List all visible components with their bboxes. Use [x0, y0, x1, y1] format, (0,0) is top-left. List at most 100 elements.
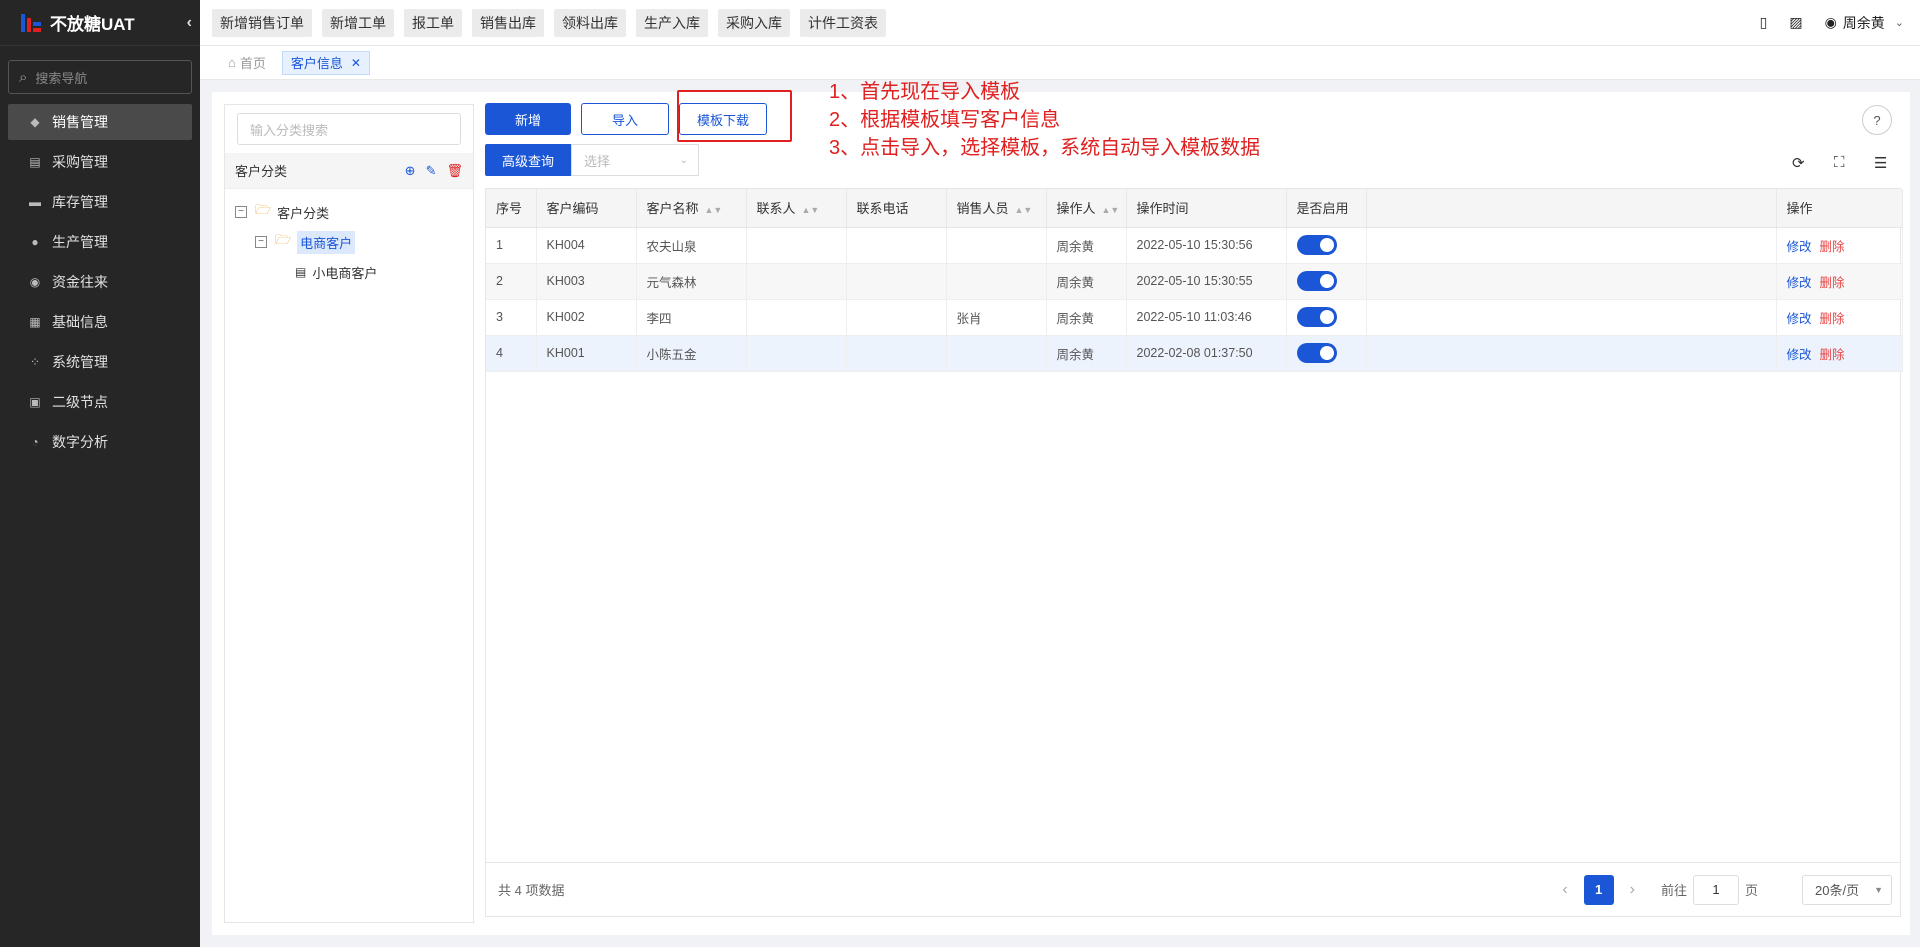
- col-enabled: 是否启用: [1286, 189, 1367, 228]
- tree-node-small-ecommerce[interactable]: ▤ 小电商客户: [225, 257, 473, 287]
- import-button[interactable]: 导入: [581, 103, 669, 135]
- sort-icon[interactable]: ▲▼: [1102, 205, 1120, 215]
- sidebar-item-funds[interactable]: ◉ 资金往来: [8, 264, 192, 300]
- delete-link[interactable]: 删除: [1820, 240, 1845, 254]
- sidebar-item-analytics[interactable]: ◔ 数字分析: [8, 424, 192, 460]
- edit-link[interactable]: 修改: [1787, 276, 1812, 290]
- edit-link[interactable]: 修改: [1787, 348, 1812, 362]
- sort-icon[interactable]: ▲▼: [802, 205, 820, 215]
- collapse-icon[interactable]: −: [255, 236, 267, 248]
- tag-home[interactable]: ⌂ 首页: [220, 51, 274, 75]
- edit-icon[interactable]: ✎: [426, 163, 437, 179]
- enabled-toggle[interactable]: [1296, 307, 1337, 327]
- pagination: 共 4 项数据 ‹ 1 › 前往 1 页 20条/页 ▼: [486, 862, 1900, 916]
- fullscreen-icon[interactable]: ⛶: [1834, 154, 1845, 171]
- prev-page-icon[interactable]: ‹: [1562, 881, 1567, 899]
- chevron-down-icon[interactable]: ⌄: [1895, 16, 1904, 29]
- tree-header: 客户分类 ⊕ ✎ 🗑: [225, 153, 473, 189]
- chevron-down-icon: ⌄: [679, 154, 688, 166]
- col-contact[interactable]: 联系人 ▲▼: [746, 189, 847, 228]
- sidebar-item-sales[interactable]: ◆ 销售管理: [8, 104, 192, 140]
- sidebar-item-basic-info[interactable]: ▦ 基础信息: [8, 304, 192, 340]
- enabled-toggle[interactable]: [1296, 343, 1337, 363]
- advanced-search-button[interactable]: 高级查询: [485, 144, 571, 176]
- page-number-current[interactable]: 1: [1583, 874, 1614, 905]
- category-search-placeholder: 输入分类搜索: [250, 122, 329, 138]
- user-icon[interactable]: ◉: [1825, 14, 1837, 31]
- cell-sales: 张肖: [946, 299, 1047, 336]
- sidebar-item-label: 采购管理: [52, 154, 108, 170]
- col-sales[interactable]: 销售人员 ▲▼: [946, 189, 1047, 228]
- page-unit-label: 页: [1744, 883, 1758, 898]
- cell-sales: [946, 227, 1047, 264]
- trash-icon[interactable]: 🗑: [446, 163, 463, 179]
- nav-search-input[interactable]: ⌕ 搜索导航: [8, 60, 192, 94]
- tag-customer-info[interactable]: 客户信息 ✕: [281, 50, 370, 75]
- quick-link-material-outbound[interactable]: 领料出库: [554, 8, 626, 37]
- quick-link-piece-wage[interactable]: 计件工资表: [800, 8, 886, 37]
- top-right-tools: ▯ ▨ ◉ 周余黄 ⌄: [1738, 13, 1904, 33]
- tree-node-ecommerce[interactable]: − 🗁 电商客户: [225, 227, 473, 257]
- chevron-left-icon[interactable]: ‹: [187, 14, 192, 32]
- edit-link[interactable]: 修改: [1787, 240, 1812, 254]
- enabled-toggle[interactable]: [1296, 235, 1337, 255]
- search-field-select[interactable]: 选择 ⌄: [571, 144, 699, 176]
- quick-link-work-report[interactable]: 报工单: [404, 8, 462, 37]
- quick-link-production-inbound[interactable]: 生产入库: [636, 8, 708, 37]
- refresh-icon[interactable]: ⟳: [1792, 154, 1805, 172]
- sidebar-item-system[interactable]: ⁘ 系统管理: [8, 344, 192, 380]
- cell-code: KH004: [536, 227, 637, 264]
- sidebar-item-purchase[interactable]: ▤ 采购管理: [8, 144, 192, 180]
- table-row[interactable]: 2 KH003 元气森林 周余黄 2022-05-10 15:30:55 修改删…: [486, 263, 1903, 300]
- delete-link[interactable]: 删除: [1820, 276, 1845, 290]
- top-bar: 新增销售订单 新增工单 报工单 销售出库 领料出库 生产入库 采购入库 计件工资…: [200, 0, 1920, 46]
- tree-node-root[interactable]: − 🗁 客户分类: [225, 197, 473, 227]
- cell-code: KH002: [536, 299, 637, 336]
- mobile-icon[interactable]: ▯: [1760, 14, 1768, 31]
- delete-link[interactable]: 删除: [1820, 348, 1845, 362]
- cell-code: KH001: [536, 335, 637, 372]
- cell-phone: [846, 335, 947, 372]
- table-row[interactable]: 3 KH002 李四 张肖 周余黄 2022-05-10 11:03:46 修改…: [486, 299, 1903, 336]
- factory-icon: ●: [31, 235, 39, 249]
- chart-icon[interactable]: ▨: [1789, 14, 1802, 31]
- user-name[interactable]: 周余黄: [1843, 13, 1885, 33]
- page-size-select[interactable]: 20条/页 ▼: [1802, 874, 1892, 905]
- help-icon[interactable]: ?: [1862, 105, 1892, 135]
- delete-link[interactable]: 删除: [1820, 312, 1845, 326]
- add-button[interactable]: 新增: [485, 103, 571, 135]
- goto-page-input[interactable]: 1: [1692, 874, 1739, 905]
- col-name[interactable]: 客户名称 ▲▼: [636, 189, 747, 228]
- collapse-icon[interactable]: −: [235, 206, 247, 218]
- col-operator[interactable]: 操作人 ▲▼: [1046, 189, 1127, 228]
- quick-link-purchase-inbound[interactable]: 采购入库: [718, 8, 790, 37]
- cell-enabled: [1286, 299, 1367, 336]
- quick-link-sales-outbound[interactable]: 销售出库: [472, 8, 544, 37]
- col-spacer: [1366, 189, 1777, 228]
- cell-actions: 修改 删除: [1776, 299, 1903, 336]
- sort-icon[interactable]: ▲▼: [1015, 205, 1033, 215]
- cell-spacer: [1366, 227, 1777, 264]
- table-row[interactable]: 1 KH004 农夫山泉 周余黄 2022-05-10 15:30:56 修改删…: [486, 227, 1903, 264]
- sidebar-item-subnode[interactable]: ▣ 二级节点: [8, 384, 192, 420]
- table-row[interactable]: 4 KH001 小陈五金 周余黄 2022-02-08 01:37:50 修改删…: [486, 335, 1903, 372]
- enabled-toggle[interactable]: [1296, 271, 1337, 291]
- column-settings-icon[interactable]: ☰: [1874, 154, 1887, 172]
- close-icon[interactable]: ✕: [351, 56, 361, 70]
- category-search-input[interactable]: 输入分类搜索: [237, 113, 461, 145]
- tree-actions: ⊕ ✎ 🗑: [395, 163, 463, 179]
- edit-link[interactable]: 修改: [1787, 312, 1812, 326]
- quick-link-new-work-order[interactable]: 新增工单: [322, 8, 394, 37]
- sidebar-item-production[interactable]: ● 生产管理: [8, 224, 192, 260]
- sidebar-item-inventory[interactable]: ▬ 库存管理: [8, 184, 192, 220]
- col-phone: 联系电话: [846, 189, 947, 228]
- next-page-icon[interactable]: ›: [1630, 881, 1635, 899]
- list-icon: ▣: [29, 395, 41, 409]
- cell-phone: [846, 227, 947, 264]
- add-circle-icon[interactable]: ⊕: [405, 163, 416, 179]
- col-time: 操作时间: [1126, 189, 1287, 228]
- sort-icon[interactable]: ▲▼: [705, 205, 723, 215]
- quick-link-new-sales-order[interactable]: 新增销售订单: [212, 8, 312, 37]
- pie-icon: ◔: [31, 435, 39, 449]
- tag-label: 客户信息: [290, 56, 343, 71]
